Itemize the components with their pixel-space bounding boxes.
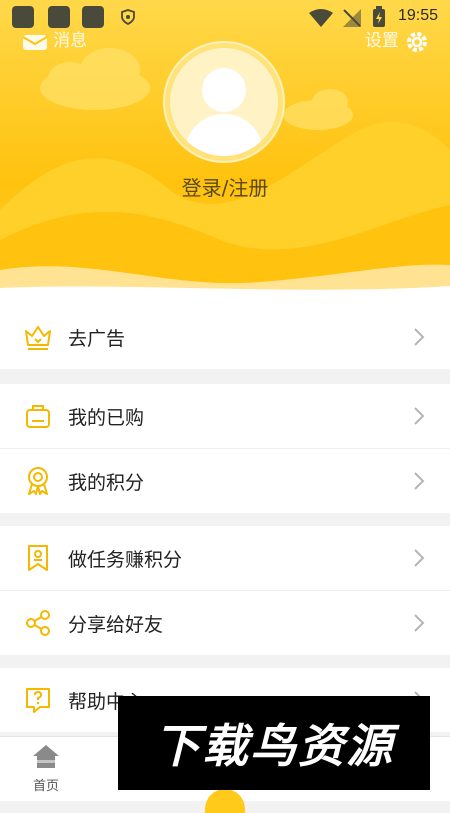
profile-header: 19:55 消息 设置 登录/注册 bbox=[0, 0, 450, 305]
nav-center-button[interactable] bbox=[205, 789, 245, 813]
messages-label: 消息 bbox=[53, 31, 88, 51]
wifi-icon bbox=[309, 9, 333, 27]
menu-item-label: 分享给好友 bbox=[68, 613, 164, 636]
home-icon bbox=[33, 745, 59, 768]
chevron-right-icon bbox=[414, 407, 425, 425]
menu-group-ads: 去广告 bbox=[0, 305, 450, 369]
menu-group-tasks: 做任务赚积分 分享给好友 bbox=[0, 526, 450, 655]
menu-item-share[interactable]: 分享给好友 bbox=[0, 591, 450, 655]
avatar[interactable] bbox=[170, 48, 278, 156]
menu-item-label: 做任务赚积分 bbox=[68, 548, 183, 571]
crown-icon bbox=[25, 326, 51, 350]
menu-item-earn-points[interactable]: 做任务赚积分 bbox=[0, 526, 450, 591]
chevron-right-icon bbox=[414, 472, 425, 490]
chevron-right-icon bbox=[414, 328, 425, 346]
notification-icon bbox=[48, 6, 70, 28]
nav-home-label: 首页 bbox=[32, 779, 59, 794]
settings-button[interactable]: 设置 bbox=[365, 26, 430, 55]
gear-icon bbox=[407, 31, 427, 52]
watermark: 下载鸟资源 bbox=[118, 696, 430, 790]
bookmark-icon bbox=[28, 545, 48, 571]
message-icon bbox=[22, 34, 48, 50]
messages-button[interactable]: 消息 bbox=[22, 26, 87, 52]
settings-label: 设置 bbox=[364, 31, 399, 51]
login-register-link[interactable]: 登录/注册 bbox=[0, 172, 450, 201]
menu-item-label: 我的积分 bbox=[68, 471, 145, 494]
status-time: 19:55 bbox=[397, 7, 438, 24]
chevron-right-icon bbox=[414, 549, 425, 567]
nav-home[interactable]: 首页 bbox=[18, 743, 74, 794]
menu-item-my-points[interactable]: 我的积分 bbox=[0, 449, 450, 513]
menu-item-label: 我的已购 bbox=[68, 406, 145, 429]
bag-icon bbox=[26, 405, 50, 428]
menu-item-label: 去广告 bbox=[68, 327, 126, 350]
battery-icon bbox=[373, 6, 385, 27]
menu-item-my-purchases[interactable]: 我的已购 bbox=[0, 384, 450, 449]
menu-item-remove-ads[interactable]: 去广告 bbox=[0, 305, 450, 369]
shield-icon bbox=[121, 9, 135, 25]
user-silhouette-icon bbox=[184, 68, 264, 156]
share-icon bbox=[26, 610, 50, 636]
medal-icon bbox=[28, 467, 48, 495]
menu-group-purchases: 我的已购 我的积分 bbox=[0, 384, 450, 513]
notification-icon bbox=[82, 6, 104, 28]
no-signal-icon bbox=[343, 9, 361, 27]
help-icon bbox=[26, 688, 50, 713]
chevron-right-icon bbox=[414, 614, 425, 632]
watermark-text: 下载鸟资源 bbox=[154, 719, 394, 773]
notification-icon bbox=[12, 6, 34, 28]
